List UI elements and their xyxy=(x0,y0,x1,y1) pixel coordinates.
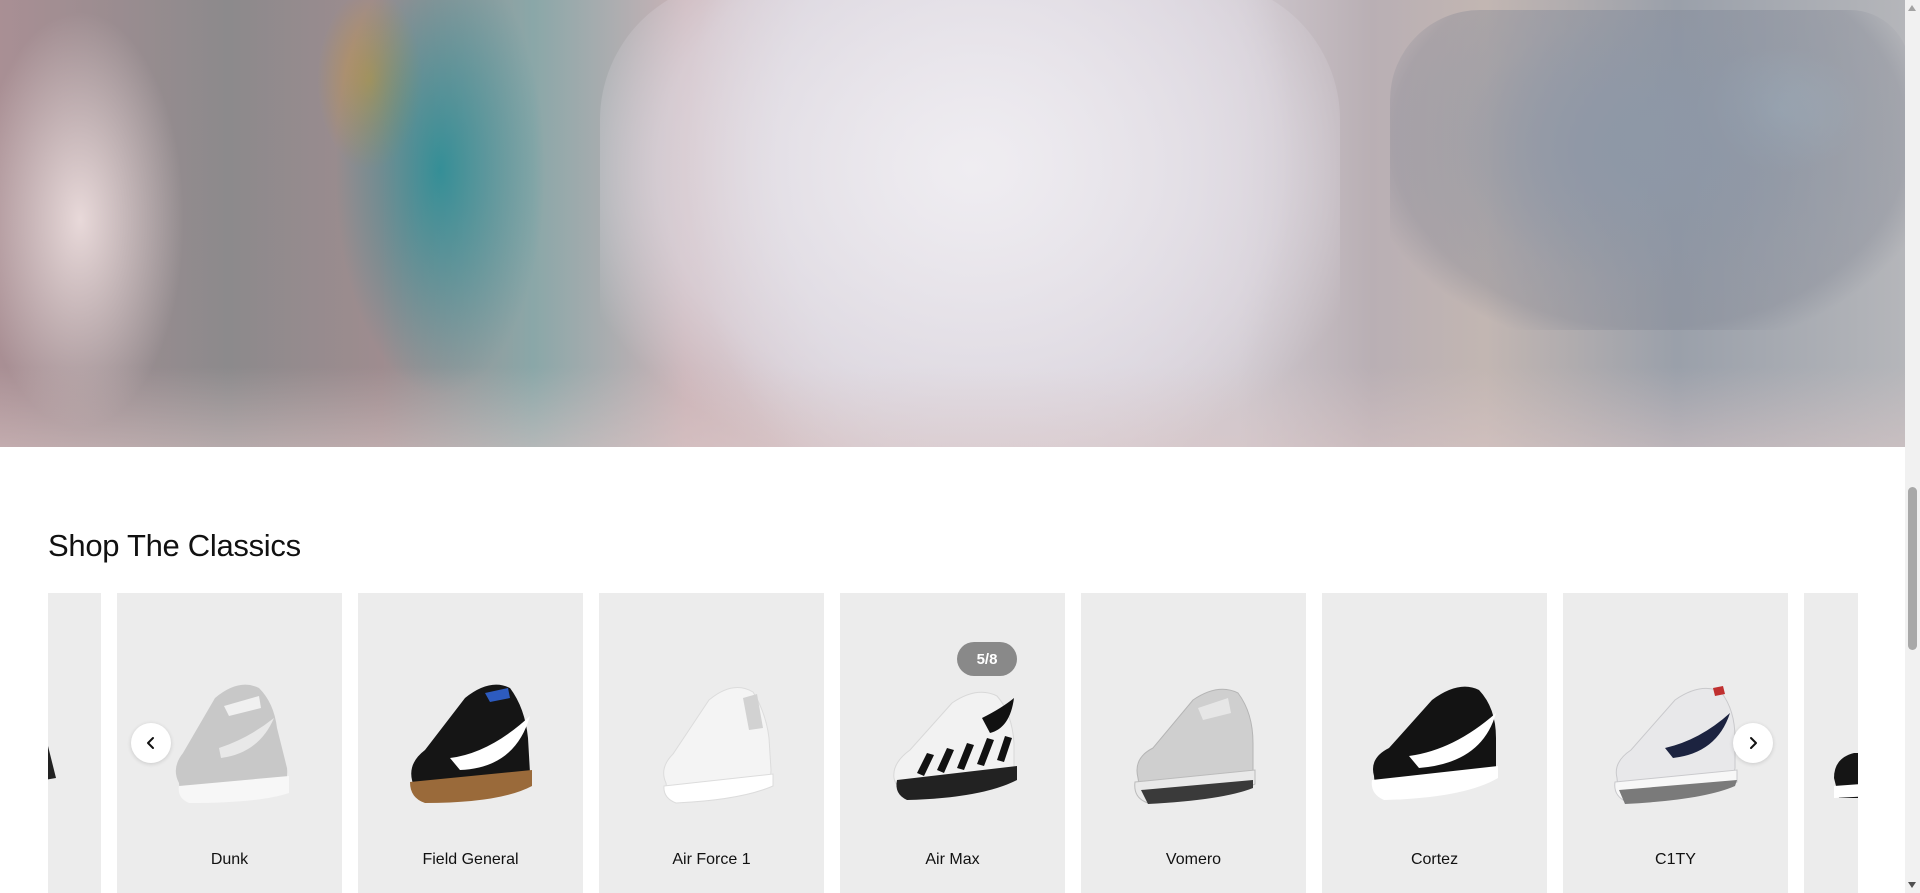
card-label: Field General xyxy=(422,851,519,868)
slide-counter: 5/8 xyxy=(957,642,1017,676)
shoe-image xyxy=(1834,753,1858,798)
card-label: Vomero xyxy=(1165,851,1222,868)
card-label: C1TY xyxy=(1655,851,1696,868)
product-card-partial-right[interactable] xyxy=(1804,593,1858,893)
hero-image xyxy=(0,0,1905,447)
shoe-image xyxy=(410,684,532,803)
hero-car xyxy=(1390,10,1905,330)
product-carousel[interactable]: Dunk Field General Air Force 1 Air Max V… xyxy=(48,593,1858,893)
scroll-thumb[interactable] xyxy=(1908,487,1917,650)
shoe-image xyxy=(663,687,774,804)
card-label: Cortez xyxy=(1410,851,1459,868)
shoe-image xyxy=(893,691,1017,800)
product-card-cortez[interactable]: Cortez xyxy=(1322,593,1547,893)
chevron-left-icon xyxy=(147,737,154,749)
section-title: Shop The Classics xyxy=(48,528,301,563)
shoe-image xyxy=(1134,688,1256,804)
chevron-right-icon xyxy=(1750,737,1757,749)
product-card-partial-left[interactable] xyxy=(48,593,101,893)
product-card-vomero[interactable]: Vomero xyxy=(1081,593,1306,893)
shoe-image xyxy=(1614,686,1738,804)
shoe-image xyxy=(48,746,56,780)
product-card-field-general[interactable]: Field General xyxy=(358,593,583,893)
product-card-air-force-1[interactable]: Air Force 1 xyxy=(599,593,824,893)
shoe-image xyxy=(175,684,289,803)
scroll-down-icon[interactable] xyxy=(1908,882,1916,888)
scroll-up-icon[interactable] xyxy=(1908,5,1916,11)
carousel-prev-button[interactable] xyxy=(131,723,171,763)
page-scrollbar[interactable] xyxy=(1905,0,1920,893)
carousel-next-button[interactable] xyxy=(1733,723,1773,763)
product-card-air-max[interactable]: Air Max xyxy=(840,593,1065,893)
shoe-image xyxy=(1371,686,1498,800)
card-label: Dunk xyxy=(210,851,249,868)
card-label: Air Force 1 xyxy=(672,851,751,868)
card-label: Air Max xyxy=(925,851,980,868)
